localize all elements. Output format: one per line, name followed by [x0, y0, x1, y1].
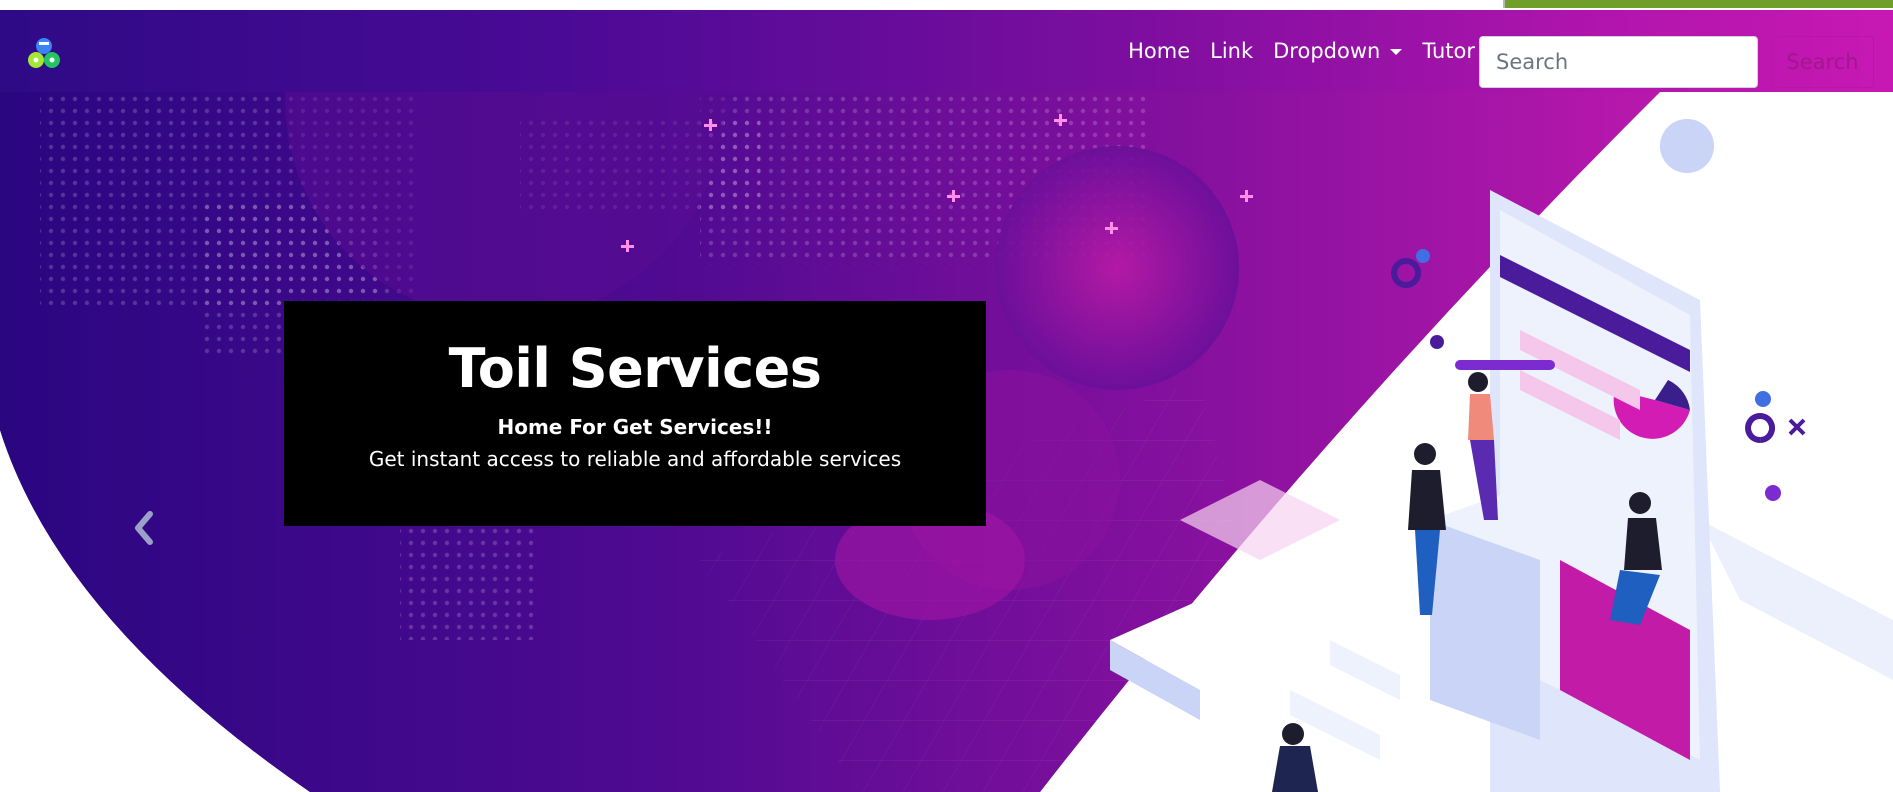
carousel-caption: Toil Services Home For Get Services!! Ge…: [284, 301, 986, 526]
caption-subtitle: Home For Get Services!!: [497, 415, 773, 439]
chevron-left-icon[interactable]: [120, 500, 168, 556]
nav-dropdown[interactable]: Dropdown: [1263, 39, 1412, 63]
nav-dropdown-label: Dropdown: [1273, 39, 1381, 63]
nav-link-home[interactable]: Home: [1118, 39, 1200, 63]
caret-down-icon: [1390, 49, 1403, 55]
browser-tab-edge: [1503, 0, 1893, 8]
caption-text: Get instant access to reliable and affor…: [368, 447, 902, 471]
page: Home Link Dropdown Tutor Search Toil Ser…: [0, 0, 1893, 792]
brand-logo-icon[interactable]: [24, 34, 64, 74]
navbar: Home Link Dropdown Tutor Search: [0, 10, 1893, 92]
browser-top-strip: [0, 0, 1893, 10]
nav-links: Home Link Dropdown Tutor: [1118, 10, 1485, 92]
nav-link-link[interactable]: Link: [1200, 39, 1263, 63]
search-input[interactable]: [1479, 36, 1758, 88]
search-button[interactable]: Search: [1771, 36, 1874, 88]
caption-title: Toil Services: [448, 337, 822, 400]
nav-link-tutor[interactable]: Tutor: [1412, 39, 1485, 63]
